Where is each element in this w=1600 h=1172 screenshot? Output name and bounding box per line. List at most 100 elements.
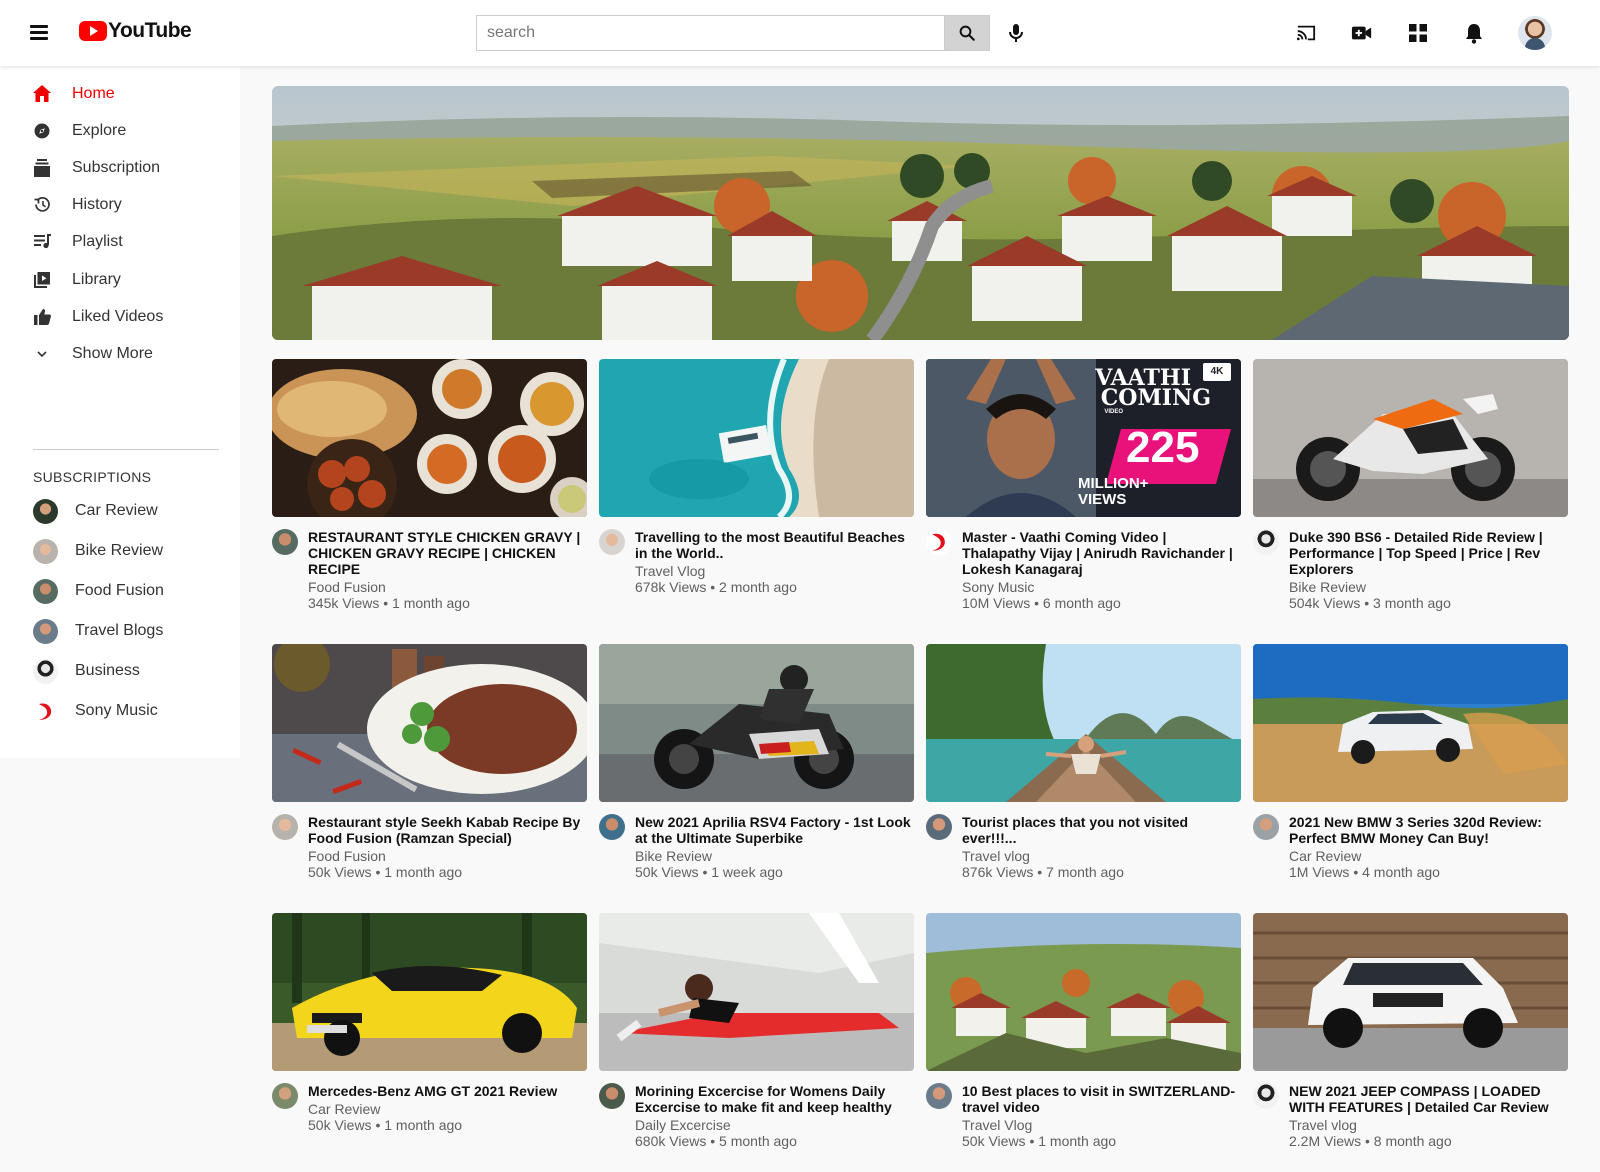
- user-avatar[interactable]: [1518, 16, 1552, 50]
- channel-avatar[interactable]: [272, 814, 298, 840]
- video-title[interactable]: NEW 2021 JEEP COMPASS | LOADED WITH FEAT…: [1289, 1083, 1568, 1115]
- channel-name[interactable]: Travel Vlog: [962, 1117, 1241, 1133]
- channel-avatar[interactable]: [1253, 529, 1279, 555]
- channel-name[interactable]: Daily Excercise: [635, 1117, 914, 1133]
- video-card[interactable]: Duke 390 BS6 - Detailed Ride Review | Pe…: [1253, 359, 1568, 611]
- sidebar-item-subscription[interactable]: Subscription: [0, 149, 240, 186]
- sidebar-item-label: Library: [72, 270, 121, 288]
- playlist-icon: [33, 233, 51, 251]
- video-card[interactable]: Tourist places that you not visited ever…: [926, 644, 1241, 880]
- sidebar-item-home[interactable]: Home: [0, 75, 240, 112]
- video-title[interactable]: Tourist places that you not visited ever…: [962, 814, 1241, 846]
- sidebar-item-explore[interactable]: Explore: [0, 112, 240, 149]
- channel-name[interactable]: Car Review: [308, 1101, 587, 1117]
- video-card[interactable]: Mercedes-Benz AMG GT 2021 Review Car Rev…: [272, 913, 587, 1133]
- channel-name[interactable]: Travel vlog: [1289, 1117, 1568, 1133]
- video-thumbnail[interactable]: [272, 913, 587, 1071]
- channel-avatar[interactable]: [926, 1083, 952, 1109]
- thumbnail-text-line2: COMING: [1100, 385, 1211, 411]
- subscription-business[interactable]: Business: [0, 653, 240, 689]
- apps-grid-icon[interactable]: [1406, 21, 1430, 45]
- video-thumbnail[interactable]: [599, 644, 914, 802]
- video-thumbnail[interactable]: [599, 913, 914, 1071]
- channel-avatar[interactable]: [599, 529, 625, 555]
- video-card[interactable]: Travelling to the most Beautiful Beaches…: [599, 359, 914, 595]
- home-icon: [33, 85, 51, 103]
- channel-avatar[interactable]: [599, 814, 625, 840]
- video-card[interactable]: New 2021 Aprilia RSV4 Factory - 1st Look…: [599, 644, 914, 880]
- video-thumbnail[interactable]: [272, 644, 587, 802]
- channel-avatar[interactable]: [1253, 814, 1279, 840]
- video-card[interactable]: NEW 2021 JEEP COMPASS | LOADED WITH FEAT…: [1253, 913, 1568, 1149]
- video-title[interactable]: RESTAURANT STYLE CHICKEN GRAVY | CHICKEN…: [308, 529, 587, 577]
- subscription-travel-blogs[interactable]: Travel Blogs: [0, 613, 240, 649]
- mic-icon[interactable]: [1004, 21, 1028, 45]
- sidebar-item-history[interactable]: History: [0, 186, 240, 223]
- search-button[interactable]: [944, 15, 990, 51]
- video-thumbnail[interactable]: [1253, 359, 1568, 517]
- video-thumbnail[interactable]: [599, 359, 914, 517]
- subscription-sony-music[interactable]: Sony Music: [0, 693, 240, 729]
- channel-avatar[interactable]: [926, 814, 952, 840]
- subscription-label: Travel Blogs: [75, 622, 164, 639]
- video-title[interactable]: Morining Excercise for Womens Daily Exce…: [635, 1083, 914, 1115]
- channel-avatar[interactable]: [272, 529, 298, 555]
- channel-name[interactable]: Bike Review: [1289, 579, 1568, 595]
- channel-avatar[interactable]: [1253, 1083, 1279, 1109]
- channel-avatar[interactable]: [926, 529, 952, 555]
- channel-avatar[interactable]: [272, 1083, 298, 1109]
- cast-icon[interactable]: [1294, 21, 1318, 45]
- channel-name[interactable]: Bike Review: [635, 848, 914, 864]
- hero-banner-image[interactable]: [272, 86, 1569, 340]
- video-thumbnail[interactable]: [1253, 913, 1568, 1071]
- video-card[interactable]: RESTAURANT STYLE CHICKEN GRAVY | CHICKEN…: [272, 359, 587, 611]
- video-title[interactable]: Travelling to the most Beautiful Beaches…: [635, 529, 914, 561]
- channel-avatar[interactable]: [599, 1083, 625, 1109]
- video-card[interactable]: VAATHI COMING VIDEO 4K 225 MILLION+ VIEW…: [926, 359, 1241, 611]
- subscriptions-icon: [33, 158, 51, 177]
- play-logo-icon: [79, 21, 107, 41]
- channel-name[interactable]: Car Review: [1289, 848, 1568, 864]
- video-title[interactable]: New 2021 Aprilia RSV4 Factory - 1st Look…: [635, 814, 914, 846]
- video-thumbnail[interactable]: [926, 644, 1241, 802]
- hamburger-menu-icon[interactable]: [30, 22, 50, 44]
- video-thumbnail[interactable]: VAATHI COMING VIDEO 4K 225 MILLION+ VIEW…: [926, 359, 1241, 517]
- video-stats: 680k Views • 5 month ago: [635, 1133, 797, 1149]
- video-title[interactable]: 2021 New BMW 3 Series 320d Review: Perfe…: [1289, 814, 1568, 846]
- subscription-bike-review[interactable]: Bike Review: [0, 533, 240, 569]
- logo-text: YouTube: [108, 19, 192, 42]
- video-title[interactable]: Restaurant style Seekh Kabab Recipe By F…: [308, 814, 587, 846]
- subscription-food-fusion[interactable]: Food Fusion: [0, 573, 240, 609]
- thumbs-up-icon: [33, 308, 51, 326]
- notifications-bell-icon[interactable]: [1462, 21, 1486, 45]
- youtube-logo[interactable]: YouTube: [79, 19, 192, 43]
- video-title[interactable]: Master - Vaathi Coming Video | Thalapath…: [962, 529, 1241, 577]
- channel-name[interactable]: Travel Vlog: [635, 563, 914, 579]
- sidebar-item-playlist[interactable]: Playlist: [0, 223, 240, 260]
- sidebar-item-library[interactable]: Library: [0, 261, 240, 298]
- subscription-car-review[interactable]: Car Review: [0, 493, 240, 529]
- video-stats: 50k Views • 1 month ago: [308, 1117, 463, 1133]
- search-input[interactable]: [476, 15, 944, 51]
- video-card[interactable]: Restaurant style Seekh Kabab Recipe By F…: [272, 644, 587, 880]
- channel-name[interactable]: Travel vlog: [962, 848, 1241, 864]
- sidebar-item-liked-videos[interactable]: Liked Videos: [0, 298, 240, 335]
- video-stats: 50k Views • 1 month ago: [962, 1133, 1117, 1149]
- video-thumbnail[interactable]: [1253, 644, 1568, 802]
- video-title[interactable]: Mercedes-Benz AMG GT 2021 Review: [308, 1083, 587, 1099]
- video-thumbnail[interactable]: [926, 913, 1241, 1071]
- thumbnail-number: 225: [1126, 423, 1200, 472]
- sidebar-item-show-more[interactable]: Show More: [0, 335, 240, 372]
- video-title[interactable]: 10 Best places to visit in SWITZERLAND-t…: [962, 1083, 1241, 1115]
- channel-name[interactable]: Sony Music: [962, 579, 1241, 595]
- video-card[interactable]: Morining Excercise for Womens Daily Exce…: [599, 913, 914, 1149]
- channel-avatar: [33, 538, 58, 564]
- video-title[interactable]: Duke 390 BS6 - Detailed Ride Review | Pe…: [1289, 529, 1568, 577]
- create-video-icon[interactable]: [1350, 21, 1374, 45]
- video-card[interactable]: 10 Best places to visit in SWITZERLAND-t…: [926, 913, 1241, 1149]
- channel-name[interactable]: Food Fusion: [308, 579, 587, 595]
- channel-name[interactable]: Food Fusion: [308, 848, 587, 864]
- sidebar-item-label: History: [72, 195, 122, 213]
- video-thumbnail[interactable]: [272, 359, 587, 517]
- video-card[interactable]: 2021 New BMW 3 Series 320d Review: Perfe…: [1253, 644, 1568, 880]
